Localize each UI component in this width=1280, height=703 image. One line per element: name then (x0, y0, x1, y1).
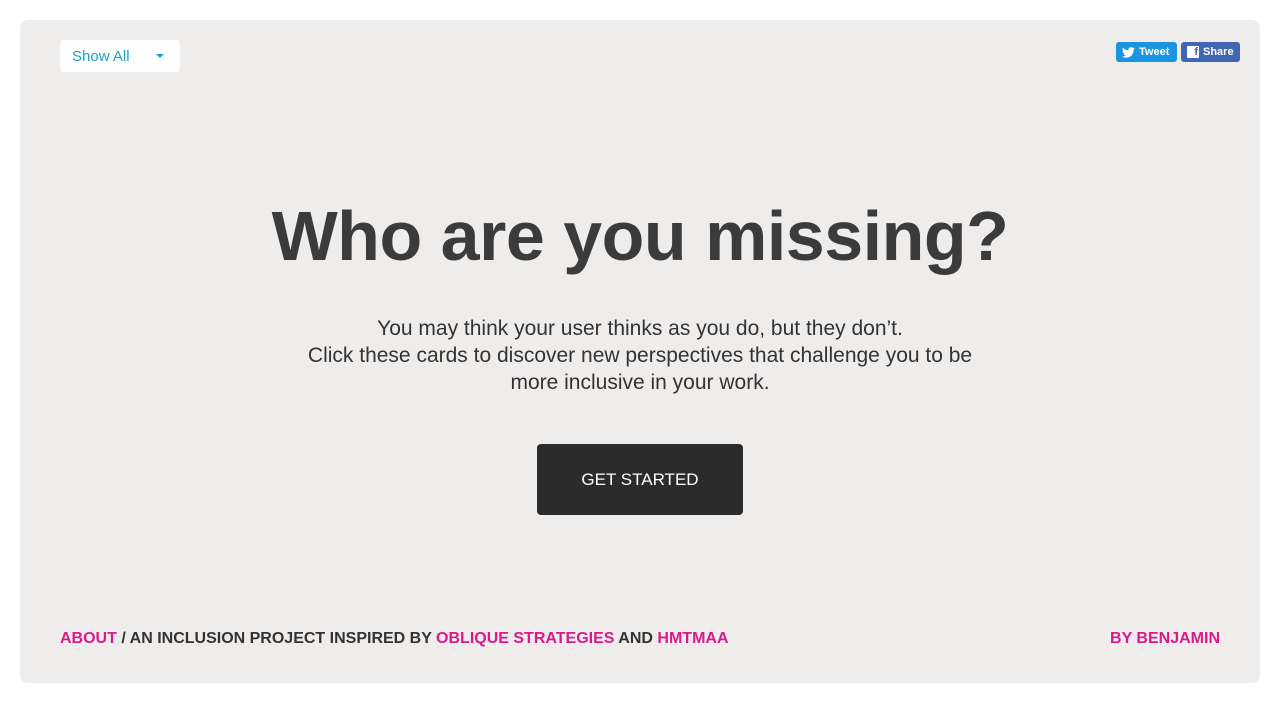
main-card: Show All Tweet f Share Who are you missi… (20, 20, 1260, 683)
dropdown-selected-label: Show All (72, 47, 130, 65)
social-buttons: Tweet f Share (1116, 42, 1240, 62)
intro-line: Click these cards to discover new perspe… (307, 344, 973, 367)
intro-text: You may think your user thinks as you do… (290, 315, 990, 396)
footer-credits: ABOUT / AN INCLUSION PROJECT INSPIRED BY… (60, 630, 729, 648)
intro-line: more inclusive in your work. (510, 371, 770, 394)
by-benjamin-link[interactable]: BY BENJAMIN (1110, 630, 1220, 647)
footer-author: BY BENJAMIN (1110, 630, 1220, 648)
facebook-share-button[interactable]: f Share (1181, 42, 1240, 62)
intro-line: You may think your user thinks as you do… (377, 317, 903, 340)
twitter-bird-icon (1122, 46, 1135, 58)
facebook-f-icon: f (1187, 46, 1199, 58)
share-label: Share (1203, 46, 1234, 58)
footer-and-text: AND (614, 630, 658, 647)
get-started-button[interactable]: GET STARTED (537, 444, 743, 515)
show-all-dropdown[interactable]: Show All (60, 40, 180, 72)
hmtmaa-link[interactable]: HMTMAA (657, 630, 728, 647)
page-title: Who are you missing? (271, 197, 1009, 275)
tweet-button[interactable]: Tweet (1116, 42, 1177, 62)
chevron-down-icon (156, 54, 164, 58)
oblique-strategies-link[interactable]: OBLIQUE STRATEGIES (436, 630, 614, 647)
tweet-label: Tweet (1139, 46, 1170, 58)
footer-text: / AN INCLUSION PROJECT INSPIRED BY (116, 630, 437, 647)
about-link[interactable]: ABOUT (60, 630, 117, 647)
